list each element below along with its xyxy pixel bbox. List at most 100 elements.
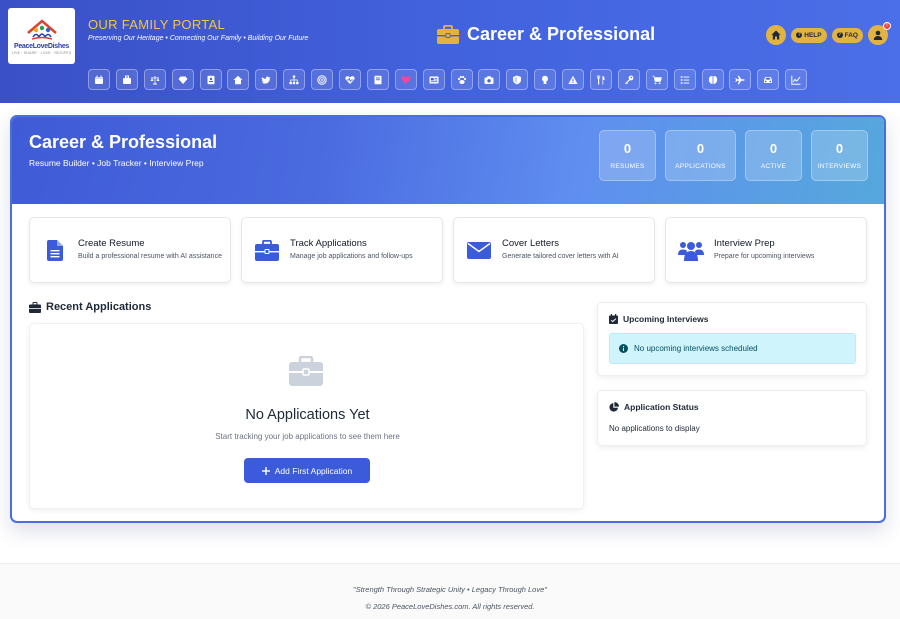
hero-subtitle: Resume Builder • Job Tracker • Interview…: [29, 158, 204, 168]
application-status-heading: Application Status: [609, 402, 699, 412]
logo-mark: [26, 19, 57, 40]
action-desc: Manage job applications and follow-ups: [290, 253, 413, 261]
career-module-card: Career & Professional Resume Builder • J…: [10, 115, 886, 523]
briefcase-icon: [437, 25, 459, 44]
status-empty-text: No applications to display: [609, 424, 700, 433]
stat-value: 0: [623, 141, 632, 156]
help-button[interactable]: ? HELP: [791, 27, 827, 43]
stat-value: 0: [696, 141, 705, 156]
newspaper-icon[interactable]: [422, 69, 445, 90]
stat-value: 0: [769, 141, 778, 156]
page-title: Career & Professional: [467, 24, 656, 44]
calendar-icon[interactable]: [88, 69, 110, 90]
top-right-controls: ? HELP ? FAQ !: [766, 22, 891, 45]
recent-applications-heading: Recent Applications: [29, 301, 151, 313]
application-status-card: Application Status No applications to di…: [597, 390, 867, 446]
gem-icon[interactable]: [171, 69, 194, 90]
help-label: HELP: [804, 31, 822, 39]
stat-active: 0 ACTIVE: [745, 130, 802, 181]
info-icon: [619, 344, 628, 353]
home-icon[interactable]: [227, 69, 250, 90]
footer-copyright: © 2026 PeaceLoveDishes.com. All rights r…: [365, 602, 535, 611]
list-check-icon[interactable]: [673, 69, 696, 90]
hero-title: Career & Professional: [29, 132, 218, 152]
stat-applications: 0 APPLICATIONS: [665, 130, 736, 181]
briefcase-icon: [289, 355, 323, 391]
question-icon: ?: [796, 32, 803, 38]
action-title: Interview Prep: [714, 238, 775, 250]
chart-line-icon[interactable]: [785, 69, 808, 90]
heart-icon[interactable]: [394, 69, 417, 90]
cart-icon[interactable]: [645, 69, 668, 90]
page-footer: "Strength Through Strategic Unity • Lega…: [0, 563, 900, 619]
home-icon: [771, 30, 781, 40]
stat-interviews: 0 INTERVIEWS: [811, 130, 868, 181]
user-icon: [873, 30, 883, 40]
page-heading: Career & Professional: [437, 24, 655, 45]
section-title: Recent Applications: [46, 301, 152, 313]
question-icon: ?: [836, 32, 843, 38]
stat-label: RESUMES: [610, 163, 645, 170]
recent-applications-panel: No Applications Yet Start tracking your …: [29, 323, 584, 509]
portal-title: OUR FAMILY PORTAL: [88, 17, 226, 32]
empty-state-title: No Applications Yet: [245, 407, 370, 423]
calendar-check-icon: [609, 314, 618, 324]
track-applications-card[interactable]: Track Applications Manage job applicatio…: [241, 217, 443, 283]
action-title: Cover Letters: [502, 238, 560, 250]
paw-icon[interactable]: [450, 69, 473, 90]
action-desc: Build a professional resume with AI assi…: [78, 253, 222, 261]
action-title: Create Resume: [78, 238, 145, 250]
interviews-info-alert: No upcoming interviews scheduled: [609, 333, 856, 364]
stat-label: ACTIVE: [760, 163, 787, 170]
sitemap-icon[interactable]: [283, 69, 306, 90]
stat-resumes: 0 RESUMES: [599, 130, 656, 181]
logo-brand: PeaceLoveDishes: [13, 43, 70, 50]
cover-letters-card[interactable]: Cover Letters Generate tailored cover le…: [453, 217, 655, 283]
upcoming-interviews-heading: Upcoming Interviews: [609, 314, 709, 324]
hero-banner: Career & Professional Resume Builder • J…: [12, 117, 884, 204]
stats-group: 0 RESUMES 0 APPLICATIONS 0 ACTIVE 0 INTE…: [599, 130, 868, 181]
faq-button[interactable]: ? FAQ: [831, 27, 863, 43]
briefcase-icon: [254, 239, 280, 261]
scale-icon[interactable]: [143, 69, 166, 90]
plane-icon[interactable]: [729, 69, 752, 90]
empty-state-description: Start tracking your job applications to …: [215, 432, 400, 441]
id-card-icon[interactable]: [199, 69, 222, 90]
shield-icon[interactable]: [506, 69, 529, 90]
action-desc: Prepare for upcoming interviews: [714, 253, 815, 261]
warning-icon[interactable]: [562, 69, 585, 90]
envelope-icon: [466, 241, 492, 259]
quick-actions: Create Resume Build a professional resum…: [29, 217, 867, 283]
logo-tagline: LIVE · SHARE · LOVE · RECIPES: [11, 51, 72, 55]
add-first-application-button[interactable]: Add First Application: [244, 458, 370, 483]
camera-icon[interactable]: [478, 69, 501, 90]
key-icon[interactable]: [617, 69, 640, 90]
plus-icon: [261, 466, 270, 475]
create-resume-card[interactable]: Create Resume Build a professional resum…: [29, 217, 231, 283]
car-icon[interactable]: [757, 69, 780, 90]
document-icon: [42, 239, 68, 261]
button-label: Add First Application: [274, 465, 353, 476]
briefcase-icon: [29, 301, 41, 313]
target-icon[interactable]: [311, 69, 334, 90]
portal-tagline: Preserving Our Heritage • Connecting Our…: [88, 35, 309, 42]
footer-quote: "Strength Through Strategic Unity • Lega…: [353, 585, 547, 594]
site-logo[interactable]: PeaceLoveDishes LIVE · SHARE · LOVE · RE…: [8, 8, 75, 64]
action-title: Track Applications: [290, 238, 367, 250]
heartbeat-icon[interactable]: [339, 69, 362, 90]
briefcase-icon[interactable]: [115, 69, 138, 90]
utensils-icon[interactable]: [590, 69, 613, 90]
user-menu-button[interactable]: !: [868, 22, 891, 45]
alert-text: No upcoming interviews scheduled: [634, 344, 758, 353]
top-header: PeaceLoveDishes LIVE · SHARE · LOVE · RE…: [0, 0, 900, 103]
stat-label: INTERVIEWS: [817, 163, 862, 170]
home-button[interactable]: [766, 25, 787, 45]
book-icon[interactable]: [366, 69, 389, 90]
card-title: Upcoming Interviews: [623, 314, 709, 324]
notification-badge: !: [883, 22, 891, 30]
lightbulb-icon[interactable]: [534, 69, 557, 90]
interview-prep-card[interactable]: Interview Prep Prepare for upcoming inte…: [665, 217, 867, 283]
card-title: Application Status: [624, 402, 699, 412]
brain-icon[interactable]: [701, 69, 724, 90]
twitter-icon[interactable]: [255, 69, 278, 90]
